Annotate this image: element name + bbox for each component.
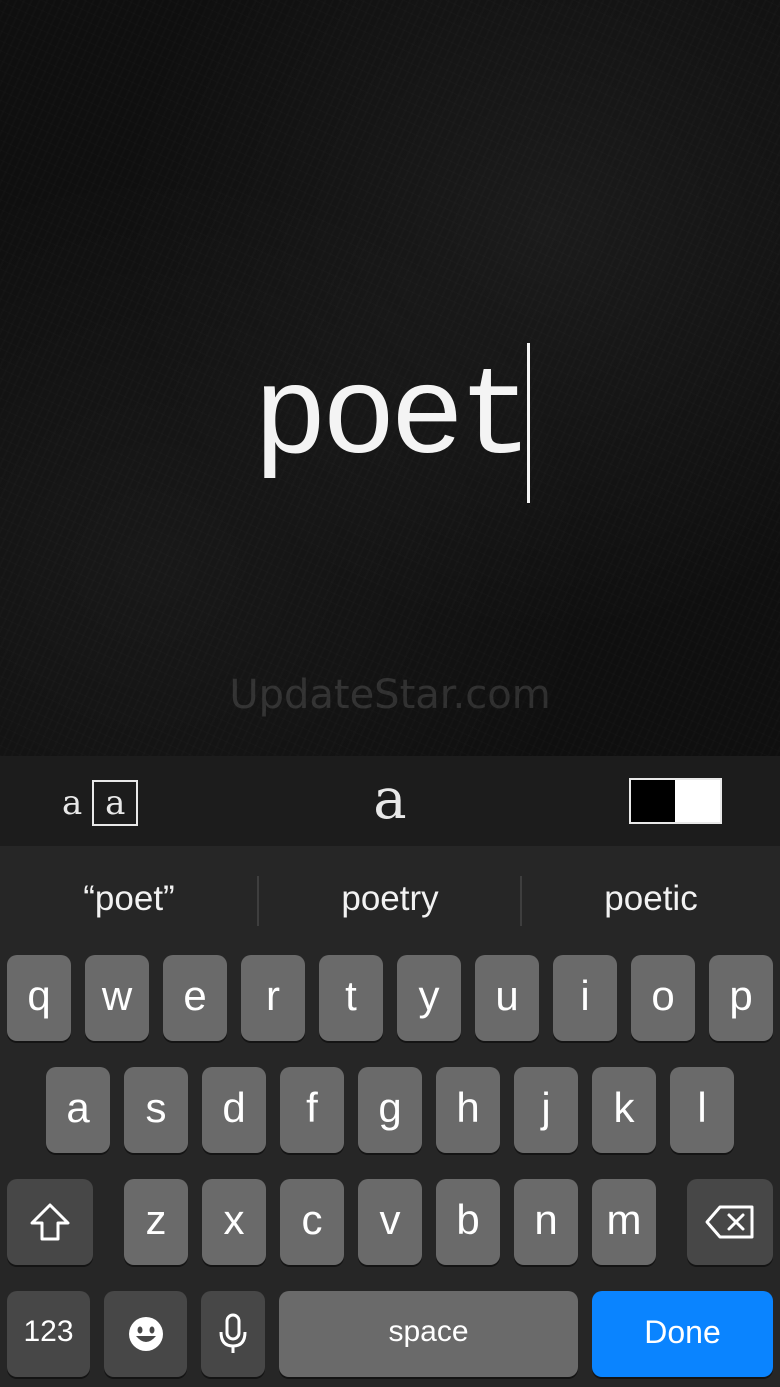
suggestion-item[interactable]: poetic: [522, 874, 780, 924]
delete-key[interactable]: [687, 1179, 773, 1265]
key-s[interactable]: s: [124, 1067, 188, 1153]
space-key[interactable]: space: [279, 1291, 578, 1377]
key-d[interactable]: d: [202, 1067, 266, 1153]
emoji-icon: [128, 1317, 163, 1351]
white-theme-swatch[interactable]: [675, 780, 720, 822]
key-y[interactable]: y: [397, 955, 461, 1041]
suggestion-item[interactable]: “poet”: [0, 874, 258, 924]
key-h[interactable]: h: [436, 1067, 500, 1153]
key-a[interactable]: a: [46, 1067, 110, 1153]
key-c[interactable]: c: [280, 1179, 344, 1265]
key-u[interactable]: u: [475, 955, 539, 1041]
key-p[interactable]: p: [709, 955, 773, 1041]
key-x[interactable]: x: [202, 1179, 266, 1265]
key-e[interactable]: e: [163, 955, 227, 1041]
size-small-option[interactable]: a: [62, 783, 82, 823]
style-toolbar: a a a: [0, 756, 780, 846]
key-g[interactable]: g: [358, 1067, 422, 1153]
emoji-key[interactable]: [104, 1291, 187, 1377]
key-q[interactable]: q: [7, 955, 71, 1041]
color-theme-toggle[interactable]: [629, 778, 722, 824]
key-r[interactable]: r: [241, 955, 305, 1041]
key-l[interactable]: l: [670, 1067, 734, 1153]
watermark: UpdateStar.com: [229, 672, 551, 718]
black-theme-swatch[interactable]: [631, 780, 675, 822]
backspace-icon: [705, 1205, 754, 1239]
done-key[interactable]: Done: [592, 1291, 773, 1377]
text-size-toggle[interactable]: a a: [62, 778, 139, 828]
dictation-key[interactable]: [201, 1291, 265, 1377]
font-picker-button[interactable]: a: [360, 770, 420, 830]
text-caret: [527, 343, 530, 503]
key-v[interactable]: v: [358, 1179, 422, 1265]
key-f[interactable]: f: [280, 1067, 344, 1153]
suggestion-bar: “poet” poetry poetic: [0, 846, 780, 950]
poem-text[interactable]: poet: [0, 358, 780, 482]
shift-key[interactable]: [7, 1179, 93, 1265]
microphone-icon: [219, 1313, 247, 1353]
suggestion-item[interactable]: poetry: [259, 874, 521, 924]
key-k[interactable]: k: [592, 1067, 656, 1153]
size-large-option[interactable]: a: [92, 780, 139, 826]
key-z[interactable]: z: [124, 1179, 188, 1265]
key-n[interactable]: n: [514, 1179, 578, 1265]
shift-icon: [30, 1203, 70, 1241]
key-o[interactable]: o: [631, 955, 695, 1041]
poem-canvas[interactable]: poet UpdateStar.com: [0, 0, 780, 756]
keyboard: “poet” poetry poetic q w e r t y u i o p…: [0, 846, 780, 1387]
key-i[interactable]: i: [553, 955, 617, 1041]
key-m[interactable]: m: [592, 1179, 656, 1265]
key-t[interactable]: t: [319, 955, 383, 1041]
numbers-key[interactable]: 123: [7, 1291, 90, 1377]
key-b[interactable]: b: [436, 1179, 500, 1265]
key-j[interactable]: j: [514, 1067, 578, 1153]
key-w[interactable]: w: [85, 955, 149, 1041]
